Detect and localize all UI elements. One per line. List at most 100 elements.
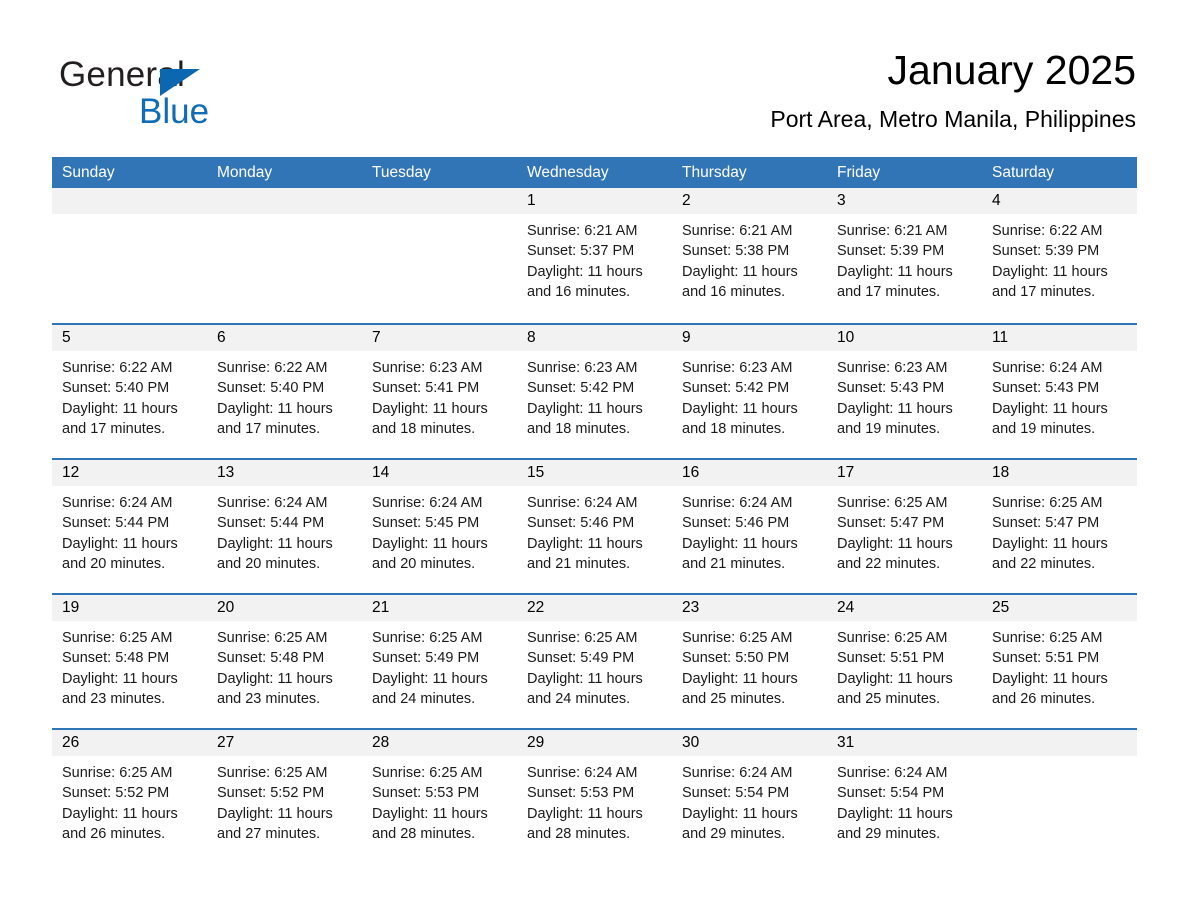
calendar-day-cell[interactable]: 16 Sunrise: 6:24 AM Sunset: 5:46 PM Dayligh… [672, 460, 827, 593]
sunset-text: Sunset: 5:39 PM [992, 243, 1100, 260]
day-number: 11 [982, 325, 1137, 351]
day-number: 24 [827, 595, 982, 621]
calendar-day-cell[interactable]: 15 Sunrise: 6:24 AM Sunset: 5:46 PM Dayligh… [517, 460, 672, 593]
day-details: Sunrise: 6:24 AM Sunset: 5:45 PM Daylight:… [362, 486, 517, 574]
calendar-day-cell[interactable]: 22 Sunrise: 6:25 AM Sunset: 5:49 PM Dayligh… [517, 595, 672, 728]
daylight-text-line2: and 29 minutes. [837, 825, 941, 842]
daylight-text-line1: Daylight: 11 hours [217, 400, 333, 417]
sunset-text: Sunset: 5:44 PM [62, 515, 170, 532]
daylight-text-line1: Daylight: 11 hours [992, 263, 1108, 280]
general-blue-logo[interactable]: General Blue [59, 55, 359, 137]
calendar-day-cell-empty [982, 730, 1137, 863]
day-number: 16 [672, 460, 827, 486]
calendar-day-cell[interactable]: 29 Sunrise: 6:24 AM Sunset: 5:53 PM Dayligh… [517, 730, 672, 863]
sunset-text: Sunset: 5:42 PM [682, 380, 790, 397]
day-number: 15 [517, 460, 672, 486]
calendar-day-cell[interactable]: 17 Sunrise: 6:25 AM Sunset: 5:47 PM Dayligh… [827, 460, 982, 593]
sunset-text: Sunset: 5:48 PM [217, 650, 325, 667]
sunrise-text: Sunrise: 6:25 AM [992, 495, 1103, 511]
calendar-day-cell[interactable]: 4 Sunrise: 6:22 AM Sunset: 5:39 PM Daylight… [982, 188, 1137, 323]
day-details: Sunrise: 6:23 AM Sunset: 5:42 PM Daylight:… [672, 351, 827, 439]
sunset-text: Sunset: 5:42 PM [527, 380, 635, 397]
calendar-day-cell[interactable]: 9 Sunrise: 6:23 AM Sunset: 5:42 PM Daylight… [672, 325, 827, 458]
day-number: 30 [672, 730, 827, 756]
calendar-day-cell[interactable]: 11 Sunrise: 6:24 AM Sunset: 5:43 PM Dayligh… [982, 325, 1137, 458]
calendar-week-row: 26 Sunrise: 6:25 AM Sunset: 5:52 PM Dayligh… [52, 728, 1137, 863]
sunrise-text: Sunrise: 6:22 AM [992, 223, 1103, 239]
sunset-text: Sunset: 5:52 PM [217, 785, 325, 802]
calendar-day-cell[interactable]: 2 Sunrise: 6:21 AM Sunset: 5:38 PM Daylight… [672, 188, 827, 323]
calendar-day-cell[interactable]: 6 Sunrise: 6:22 AM Sunset: 5:40 PM Daylight… [207, 325, 362, 458]
calendar-day-cell[interactable]: 3 Sunrise: 6:21 AM Sunset: 5:39 PM Daylight… [827, 188, 982, 323]
daylight-text-line2: and 16 minutes. [682, 283, 786, 300]
sunrise-text: Sunrise: 6:24 AM [992, 360, 1103, 376]
sunrise-text: Sunrise: 6:24 AM [217, 495, 328, 511]
day-details: Sunrise: 6:25 AM Sunset: 5:51 PM Daylight:… [827, 621, 982, 709]
sunrise-text: Sunrise: 6:24 AM [62, 495, 173, 511]
day-details: Sunrise: 6:25 AM Sunset: 5:49 PM Daylight:… [362, 621, 517, 709]
calendar-day-cell[interactable]: 10 Sunrise: 6:23 AM Sunset: 5:43 PM Dayligh… [827, 325, 982, 458]
day-details: Sunrise: 6:25 AM Sunset: 5:51 PM Daylight:… [982, 621, 1137, 709]
sunrise-text: Sunrise: 6:25 AM [837, 630, 948, 646]
daylight-text-line1: Daylight: 11 hours [682, 400, 798, 417]
calendar-day-cell[interactable]: 1 Sunrise: 6:21 AM Sunset: 5:37 PM Daylight… [517, 188, 672, 323]
sunset-text: Sunset: 5:45 PM [372, 515, 480, 532]
daylight-text-line1: Daylight: 11 hours [62, 400, 178, 417]
sunrise-text: Sunrise: 6:25 AM [992, 630, 1103, 646]
calendar-day-cell[interactable]: 25 Sunrise: 6:25 AM Sunset: 5:51 PM Dayligh… [982, 595, 1137, 728]
day-number [52, 188, 207, 214]
day-details: Sunrise: 6:24 AM Sunset: 5:53 PM Daylight:… [517, 756, 672, 844]
daylight-text-line2: and 17 minutes. [837, 283, 941, 300]
calendar-day-cell[interactable]: 24 Sunrise: 6:25 AM Sunset: 5:51 PM Dayligh… [827, 595, 982, 728]
day-number: 21 [362, 595, 517, 621]
day-details: Sunrise: 6:24 AM Sunset: 5:44 PM Daylight:… [52, 486, 207, 574]
daylight-text-line1: Daylight: 11 hours [62, 670, 178, 687]
calendar-day-cell[interactable]: 26 Sunrise: 6:25 AM Sunset: 5:52 PM Dayligh… [52, 730, 207, 863]
daylight-text-line2: and 18 minutes. [527, 420, 631, 437]
daylight-text-line2: and 23 minutes. [217, 690, 321, 707]
weekday-header-row: Sunday Monday Tuesday Wednesday Thursday… [52, 157, 1137, 188]
calendar-day-cell[interactable]: 18 Sunrise: 6:25 AM Sunset: 5:47 PM Dayligh… [982, 460, 1137, 593]
sunrise-text: Sunrise: 6:25 AM [837, 495, 948, 511]
calendar-week-row: 19 Sunrise: 6:25 AM Sunset: 5:48 PM Dayligh… [52, 593, 1137, 728]
calendar-day-cell[interactable]: 30 Sunrise: 6:24 AM Sunset: 5:54 PM Dayligh… [672, 730, 827, 863]
calendar-page: General Blue January 2025 Port Area, Met… [0, 0, 1188, 918]
calendar-day-cell-empty [52, 188, 207, 323]
calendar-day-cell[interactable]: 31 Sunrise: 6:24 AM Sunset: 5:54 PM Dayligh… [827, 730, 982, 863]
calendar-day-cell[interactable]: 14 Sunrise: 6:24 AM Sunset: 5:45 PM Dayligh… [362, 460, 517, 593]
sunrise-text: Sunrise: 6:24 AM [682, 765, 793, 781]
day-details: Sunrise: 6:22 AM Sunset: 5:39 PM Daylight:… [982, 214, 1137, 302]
daylight-text-line1: Daylight: 11 hours [837, 805, 953, 822]
day-number: 5 [52, 325, 207, 351]
calendar-day-cell-empty [362, 188, 517, 323]
sunrise-text: Sunrise: 6:25 AM [527, 630, 638, 646]
day-details: Sunrise: 6:24 AM Sunset: 5:54 PM Daylight:… [827, 756, 982, 844]
sunrise-text: Sunrise: 6:21 AM [837, 223, 948, 239]
daylight-text-line1: Daylight: 11 hours [682, 535, 798, 552]
daylight-text-line1: Daylight: 11 hours [527, 400, 643, 417]
daylight-text-line2: and 24 minutes. [527, 690, 631, 707]
calendar-day-cell[interactable]: 23 Sunrise: 6:25 AM Sunset: 5:50 PM Dayligh… [672, 595, 827, 728]
calendar-day-cell[interactable]: 7 Sunrise: 6:23 AM Sunset: 5:41 PM Daylight… [362, 325, 517, 458]
sunset-text: Sunset: 5:41 PM [372, 380, 480, 397]
daylight-text-line2: and 19 minutes. [837, 420, 941, 437]
calendar-day-cell[interactable]: 5 Sunrise: 6:22 AM Sunset: 5:40 PM Daylight… [52, 325, 207, 458]
calendar-day-cell[interactable]: 13 Sunrise: 6:24 AM Sunset: 5:44 PM Dayligh… [207, 460, 362, 593]
calendar-day-cell[interactable]: 12 Sunrise: 6:24 AM Sunset: 5:44 PM Dayligh… [52, 460, 207, 593]
day-details: Sunrise: 6:21 AM Sunset: 5:38 PM Daylight:… [672, 214, 827, 302]
calendar-day-cell[interactable]: 20 Sunrise: 6:25 AM Sunset: 5:48 PM Dayligh… [207, 595, 362, 728]
day-details: Sunrise: 6:23 AM Sunset: 5:41 PM Daylight:… [362, 351, 517, 439]
calendar-table: Sunday Monday Tuesday Wednesday Thursday… [52, 157, 1137, 863]
daylight-text-line1: Daylight: 11 hours [837, 670, 953, 687]
calendar-day-cell[interactable]: 28 Sunrise: 6:25 AM Sunset: 5:53 PM Dayligh… [362, 730, 517, 863]
sunset-text: Sunset: 5:40 PM [62, 380, 170, 397]
calendar-day-cell[interactable]: 21 Sunrise: 6:25 AM Sunset: 5:49 PM Dayligh… [362, 595, 517, 728]
day-number: 7 [362, 325, 517, 351]
daylight-text-line2: and 18 minutes. [682, 420, 786, 437]
calendar-day-cell[interactable]: 19 Sunrise: 6:25 AM Sunset: 5:48 PM Dayligh… [52, 595, 207, 728]
calendar-day-cell[interactable]: 27 Sunrise: 6:25 AM Sunset: 5:52 PM Dayligh… [207, 730, 362, 863]
weekday-header-wednesday: Wednesday [527, 164, 609, 181]
sunrise-text: Sunrise: 6:23 AM [527, 360, 638, 376]
calendar-day-cell[interactable]: 8 Sunrise: 6:23 AM Sunset: 5:42 PM Daylight… [517, 325, 672, 458]
sunset-text: Sunset: 5:54 PM [682, 785, 790, 802]
